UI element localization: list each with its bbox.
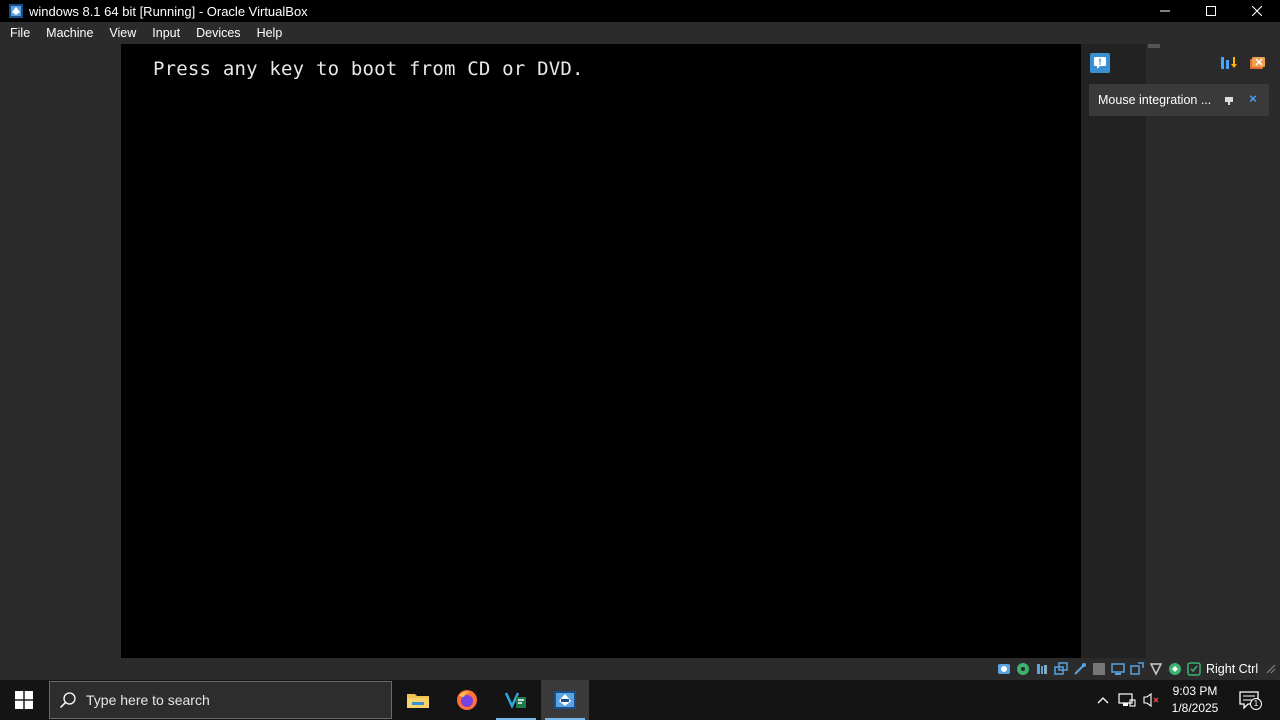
message-icon[interactable] (1090, 53, 1110, 73)
volume-tray-button[interactable] (1141, 690, 1161, 710)
network-icon[interactable] (1053, 662, 1069, 677)
volume-muted-icon (1143, 692, 1159, 708)
display-icon[interactable] (1110, 662, 1126, 677)
cpu-icon[interactable] (1148, 662, 1164, 677)
close-icon (1252, 6, 1262, 16)
file-explorer-button[interactable] (394, 680, 442, 720)
shared-folders-icon[interactable] (1091, 662, 1107, 677)
network-tray-icon (1118, 693, 1136, 707)
firefox-button[interactable] (443, 680, 491, 720)
windows-logo-icon (15, 691, 33, 709)
host-key-label: Right Ctrl (1206, 662, 1259, 676)
minimize-button[interactable] (1142, 0, 1188, 22)
keyboard-icon[interactable] (1186, 662, 1202, 677)
file-explorer-icon (407, 694, 429, 708)
virtualbox-taskbar-button[interactable] (541, 680, 589, 720)
close-button[interactable] (1234, 0, 1280, 22)
start-button[interactable] (0, 680, 48, 720)
status-bar: Right Ctrl (0, 658, 1280, 680)
notification-text: Mouse integration ... (1098, 93, 1212, 107)
notification-close-icon[interactable]: × (1246, 91, 1260, 107)
menu-devices[interactable]: Devices (190, 22, 246, 44)
side-panel (1146, 44, 1280, 658)
firefox-icon (457, 690, 477, 710)
menu-view[interactable]: View (103, 22, 142, 44)
clock-time: 9:03 PM (1172, 684, 1218, 698)
vscode-icon (504, 692, 526, 709)
pin-icon[interactable] (1222, 93, 1236, 107)
menu-file[interactable]: File (4, 22, 36, 44)
search-input[interactable] (86, 692, 376, 708)
maximize-icon (1206, 6, 1216, 16)
system-clock[interactable]: 9:03 PM 1/8/2025 (1166, 683, 1224, 717)
action-center-button[interactable]: 1 (1234, 688, 1264, 712)
virtualbox-icon (554, 691, 576, 709)
optical-drive-icon[interactable] (1015, 662, 1031, 677)
boot-prompt-text: Press any key to boot from CD or DVD. (153, 58, 584, 80)
video-capture-icon[interactable] (1129, 662, 1145, 677)
chevron-up-icon (1097, 697, 1109, 704)
scroll-handle[interactable] (1148, 44, 1160, 48)
audio-icon[interactable] (1034, 662, 1050, 677)
menu-bar: File Machine View Input Devices Help (0, 22, 1280, 44)
menu-help[interactable]: Help (251, 22, 289, 44)
title-bar: windows 8.1 64 bit [Running] - Oracle Vi… (0, 0, 1280, 22)
notification-gutter (1081, 44, 1146, 658)
taskbar: 9:03 PM 1/8/2025 1 (0, 680, 1280, 720)
clock-date: 1/8/2025 (1171, 701, 1219, 715)
maximize-button[interactable] (1188, 0, 1234, 22)
show-hidden-icons-button[interactable] (1094, 690, 1112, 710)
vm-display-area: Press any key to boot from CD or DVD. Mo… (0, 44, 1280, 658)
menu-machine[interactable]: Machine (40, 22, 99, 44)
vm-screen[interactable]: Press any key to boot from CD or DVD. (121, 44, 1081, 658)
close-all-notifications-icon[interactable] (1248, 54, 1268, 72)
hard-disk-icon[interactable] (996, 662, 1012, 677)
sort-icon[interactable] (1218, 54, 1238, 72)
menu-input[interactable]: Input (146, 22, 186, 44)
network-tray-button[interactable] (1117, 690, 1137, 710)
taskbar-search-box[interactable] (49, 681, 392, 719)
search-icon (50, 681, 86, 719)
mouse-integration-icon[interactable] (1167, 662, 1183, 677)
vscode-button[interactable] (492, 680, 540, 720)
usb-icon[interactable] (1072, 662, 1088, 677)
resize-grip-icon[interactable] (1266, 664, 1276, 674)
virtualbox-icon (8, 3, 24, 19)
minimize-icon (1160, 10, 1170, 12)
notification-count-badge: 1 (1250, 698, 1262, 710)
mouse-integration-notification[interactable]: Mouse integration ... × (1089, 84, 1269, 116)
window-title: windows 8.1 64 bit [Running] - Oracle Vi… (29, 3, 308, 19)
